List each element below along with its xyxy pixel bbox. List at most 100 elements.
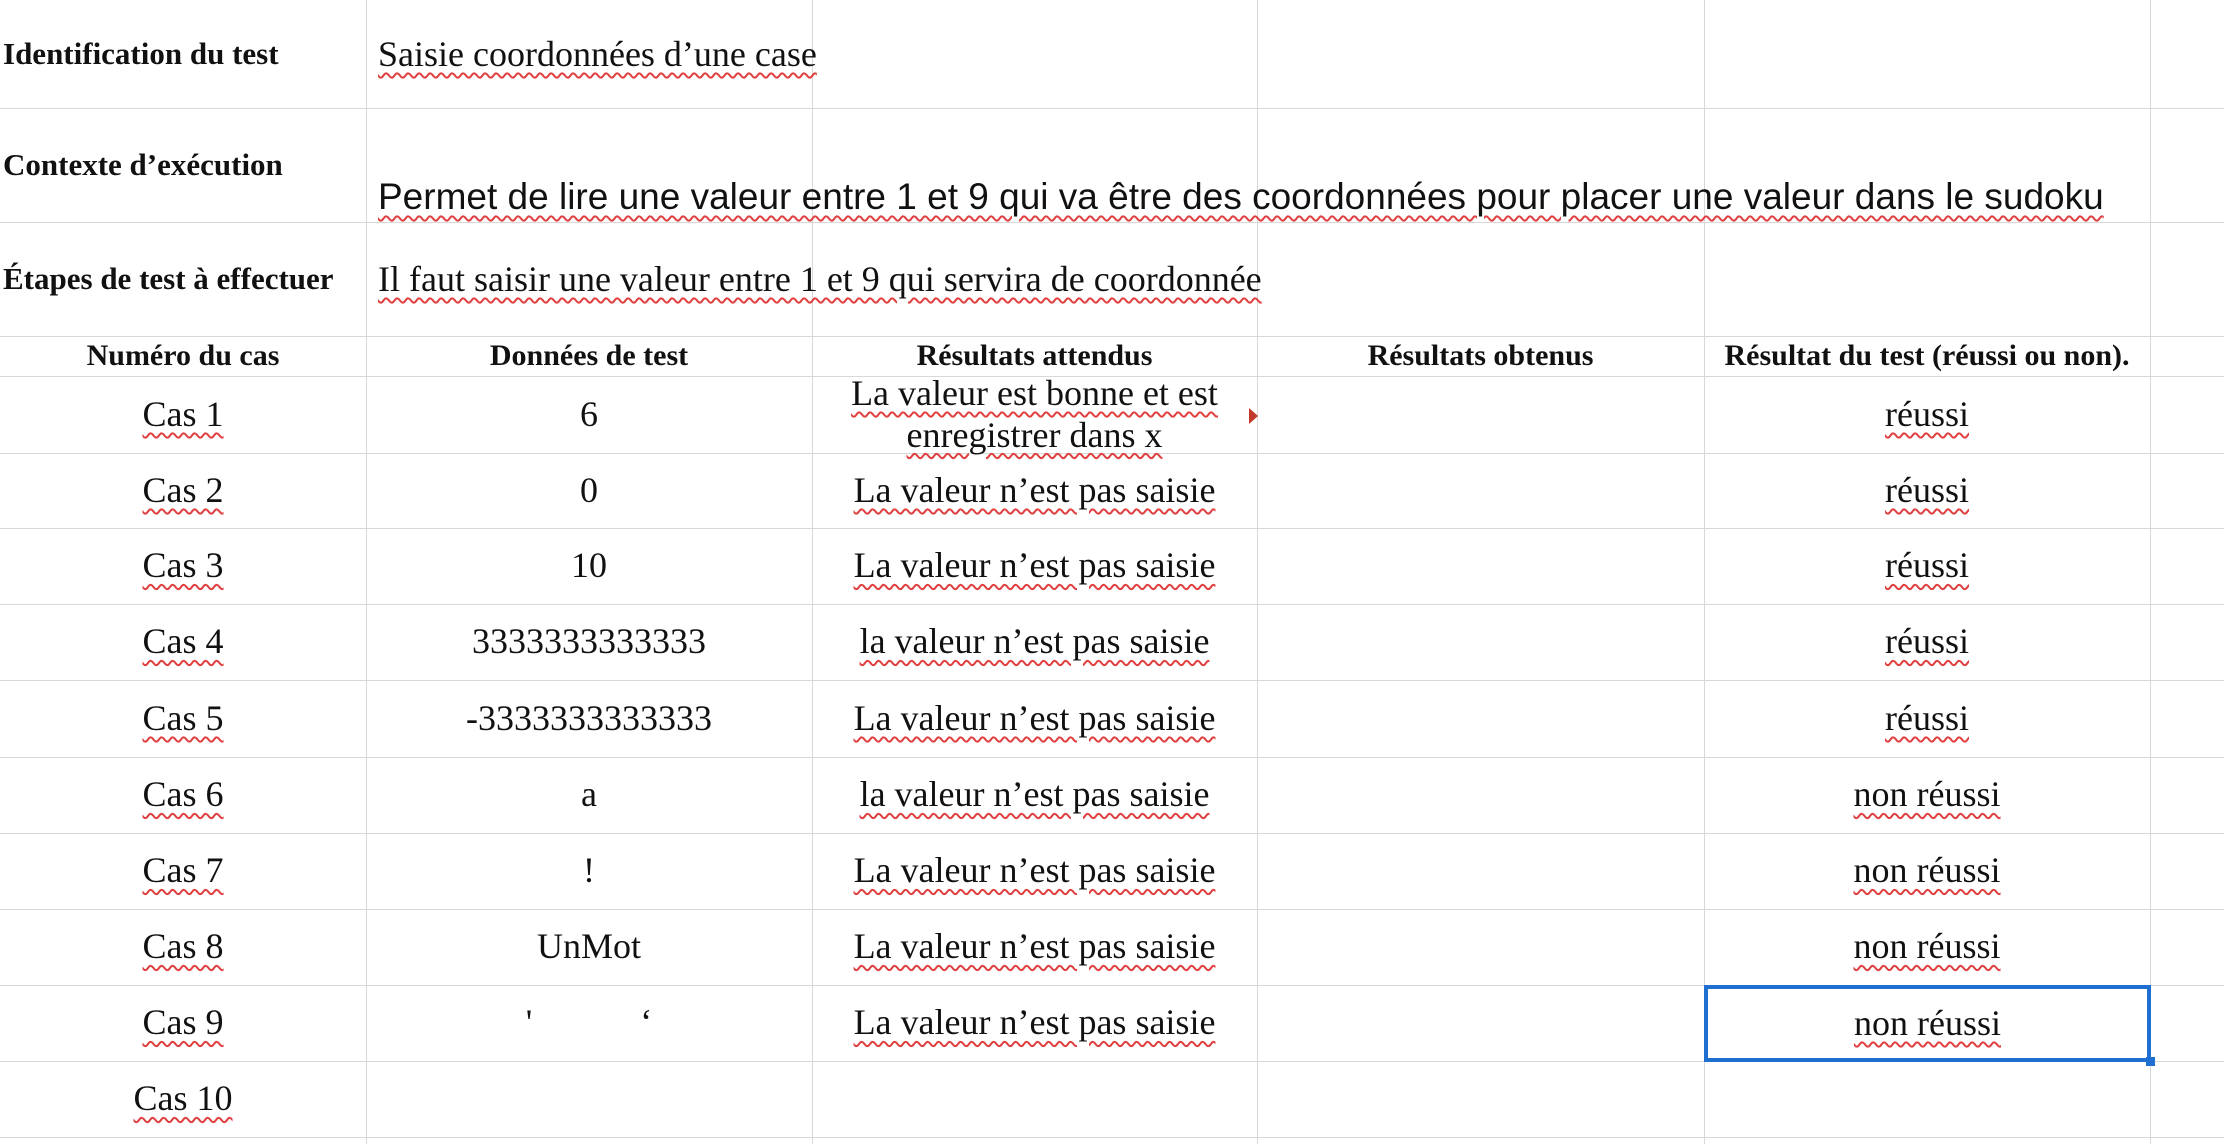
cell-donnees[interactable]: ' ‘ bbox=[366, 985, 812, 1061]
cell-text: réussi bbox=[1885, 469, 1969, 510]
cell-resultat[interactable]: non réussi bbox=[1704, 833, 2150, 909]
fill-handle[interactable] bbox=[2146, 1057, 2155, 1066]
column-header-donnees[interactable]: Données de test bbox=[366, 336, 812, 376]
column-header-text: Résultat du test (réussi ou non). bbox=[1724, 339, 2130, 372]
cell-obtenus[interactable] bbox=[1257, 453, 1704, 528]
cell-cas[interactable]: Cas 4 bbox=[0, 604, 366, 680]
cell-text: réussi bbox=[1885, 621, 1969, 662]
cell-attendus[interactable]: La valeur n’est pas saisie bbox=[812, 833, 1257, 909]
etapes-label[interactable]: Étapes de test à effectuer bbox=[0, 222, 366, 336]
cell-text: réussi bbox=[1885, 393, 1969, 434]
cell-text: Cas 3 bbox=[142, 545, 224, 586]
cell-resultat[interactable]: réussi bbox=[1704, 376, 2150, 453]
cell-text: La valeur est bonne et est enregistrer d… bbox=[851, 373, 1218, 455]
column-header-numero[interactable]: Numéro du cas bbox=[0, 336, 366, 376]
gridline bbox=[0, 1137, 2224, 1138]
cell-cas[interactable]: Cas 5 bbox=[0, 680, 366, 757]
cell-donnees[interactable]: 10 bbox=[366, 528, 812, 604]
cell-attendus[interactable]: la valeur n’est pas saisie bbox=[812, 604, 1257, 680]
cell-text: Cas 8 bbox=[142, 926, 224, 967]
cell-text: réussi bbox=[1885, 545, 1969, 586]
cell-resultat[interactable]: réussi bbox=[1704, 604, 2150, 680]
cell-donnees[interactable]: UnMot bbox=[366, 909, 812, 985]
cell-donnees[interactable]: 3333333333333 bbox=[366, 604, 812, 680]
cell-cas[interactable]: Cas 3 bbox=[0, 528, 366, 604]
cell-donnees[interactable] bbox=[366, 1061, 812, 1137]
cell-text: non réussi bbox=[1854, 1002, 2001, 1043]
cell-attendus[interactable]: La valeur n’est pas saisie bbox=[812, 909, 1257, 985]
contexte-value[interactable]: Permet de lire une valeur entre 1 et 9 q… bbox=[366, 108, 2221, 222]
cell-resultat[interactable]: non réussi bbox=[1704, 757, 2150, 833]
contexte-label[interactable]: Contexte d’exécution bbox=[0, 108, 366, 222]
cell-text: Cas 9 bbox=[142, 1002, 224, 1043]
cell-obtenus[interactable] bbox=[1257, 757, 1704, 833]
etapes-value-text: Il faut saisir une valeur entre 1 et 9 q… bbox=[378, 259, 1262, 299]
cell-donnees[interactable]: a bbox=[366, 757, 812, 833]
cell-cas[interactable]: Cas 9 bbox=[0, 985, 366, 1061]
cell-attendus[interactable]: La valeur n’est pas saisie bbox=[812, 453, 1257, 528]
cell-cas[interactable]: Cas 7 bbox=[0, 833, 366, 909]
contexte-value-text: Permet de lire une valeur entre 1 et 9 q… bbox=[378, 176, 2104, 217]
identification-value-text: Saisie coordonnées d’une case bbox=[378, 34, 817, 74]
cell-attendus[interactable]: La valeur n’est pas saisie bbox=[812, 985, 1257, 1061]
cell-text: La valeur n’est pas saisie bbox=[853, 926, 1216, 967]
cell-obtenus[interactable] bbox=[1257, 680, 1704, 757]
cell-resultat[interactable] bbox=[1704, 1061, 2150, 1137]
cell-text: ' ‘ bbox=[525, 1002, 653, 1043]
spreadsheet-grid[interactable]: Identification du test Saisie coordonnée… bbox=[0, 0, 2224, 1144]
cell-text: réussi bbox=[1885, 697, 1969, 738]
column-header-text: Résultats obtenus bbox=[1367, 339, 1594, 372]
cell-text: 3333333333333 bbox=[472, 621, 706, 662]
cell-obtenus[interactable] bbox=[1257, 604, 1704, 680]
cell-obtenus[interactable] bbox=[1257, 376, 1704, 453]
identification-label[interactable]: Identification du test bbox=[0, 0, 366, 108]
cell-obtenus[interactable] bbox=[1257, 909, 1704, 985]
cell-cas[interactable]: Cas 8 bbox=[0, 909, 366, 985]
cell-text: Cas 4 bbox=[142, 621, 224, 662]
cell-obtenus[interactable] bbox=[1257, 985, 1704, 1061]
column-header-text: Données de test bbox=[489, 339, 689, 372]
etapes-value[interactable]: Il faut saisir une valeur entre 1 et 9 q… bbox=[366, 222, 1766, 336]
cell-attendus[interactable]: la valeur n’est pas saisie bbox=[812, 757, 1257, 833]
cell-text: La valeur n’est pas saisie bbox=[853, 469, 1216, 510]
column-header-resultat[interactable]: Résultat du test (réussi ou non). bbox=[1704, 336, 2150, 376]
cell-resultat[interactable]: réussi bbox=[1704, 453, 2150, 528]
cell-resultat[interactable]: réussi bbox=[1704, 680, 2150, 757]
contexte-label-text: Contexte d’exécution bbox=[3, 147, 283, 182]
column-header-attendus[interactable]: Résultats attendus bbox=[812, 336, 1257, 376]
identification-label-text: Identification du test bbox=[3, 36, 279, 71]
cell-text: La valeur n’est pas saisie bbox=[853, 697, 1216, 738]
identification-value[interactable]: Saisie coordonnées d’une case bbox=[366, 0, 1766, 108]
cell-text: Cas 6 bbox=[142, 774, 224, 815]
column-header-obtenus[interactable]: Résultats obtenus bbox=[1257, 336, 1704, 376]
cell-donnees[interactable]: ! bbox=[366, 833, 812, 909]
cell-text: -3333333333333 bbox=[466, 697, 712, 738]
cell-text: la valeur n’est pas saisie bbox=[859, 774, 1210, 815]
cell-cas[interactable]: Cas 2 bbox=[0, 453, 366, 528]
cell-text: La valeur n’est pas saisie bbox=[853, 545, 1216, 586]
cell-cas[interactable]: Cas 6 bbox=[0, 757, 366, 833]
cell-resultat[interactable]: non réussi bbox=[1704, 909, 2150, 985]
cell-attendus[interactable]: La valeur est bonne et est enregistrer d… bbox=[812, 373, 1257, 455]
cell-donnees[interactable]: -3333333333333 bbox=[366, 680, 812, 757]
cell-cas[interactable]: Cas 1 bbox=[0, 376, 366, 453]
cell-obtenus[interactable] bbox=[1257, 528, 1704, 604]
cell-attendus[interactable] bbox=[812, 1061, 1257, 1137]
cell-text: Cas 5 bbox=[142, 697, 224, 738]
comment-indicator-icon[interactable] bbox=[1249, 408, 1258, 424]
cell-cas[interactable]: Cas 10 bbox=[0, 1061, 366, 1137]
cell-attendus[interactable]: La valeur n’est pas saisie bbox=[812, 528, 1257, 604]
etapes-label-text: Étapes de test à effectuer bbox=[3, 261, 334, 296]
cell-obtenus[interactable] bbox=[1257, 1061, 1704, 1137]
cell-donnees[interactable]: 0 bbox=[366, 453, 812, 528]
cell-donnees[interactable]: 6 bbox=[366, 376, 812, 453]
cell-attendus[interactable]: La valeur n’est pas saisie bbox=[812, 680, 1257, 757]
cell-text: ! bbox=[583, 850, 595, 891]
column-header-text: Numéro du cas bbox=[86, 339, 280, 372]
cell-resultat[interactable]: réussi bbox=[1704, 528, 2150, 604]
cell-text: la valeur n’est pas saisie bbox=[859, 621, 1210, 662]
cell-text: non réussi bbox=[1853, 850, 2001, 891]
cell-text: non réussi bbox=[1853, 774, 2001, 815]
cell-obtenus[interactable] bbox=[1257, 833, 1704, 909]
cell-resultat-selected[interactable]: non réussi bbox=[1704, 985, 2151, 1062]
